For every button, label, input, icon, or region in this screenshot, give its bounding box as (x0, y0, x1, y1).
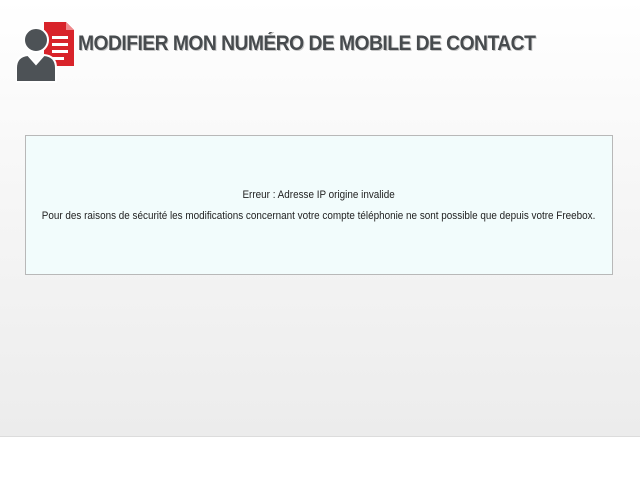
page-title: MODIFIER MON NUMÉRO DE MOBILE DE CONTACT (78, 32, 536, 55)
error-message: Erreur : Adresse IP origine invalide (242, 189, 396, 201)
error-message-box: Erreur : Adresse IP origine invalide Pou… (25, 135, 613, 275)
page-header: MODIFIER MON NUMÉRO DE MOBILE DE CONTACT (15, 20, 575, 84)
user-document-icon (15, 20, 78, 84)
error-detail: Pour des raisons de sécurité les modific… (42, 210, 596, 222)
